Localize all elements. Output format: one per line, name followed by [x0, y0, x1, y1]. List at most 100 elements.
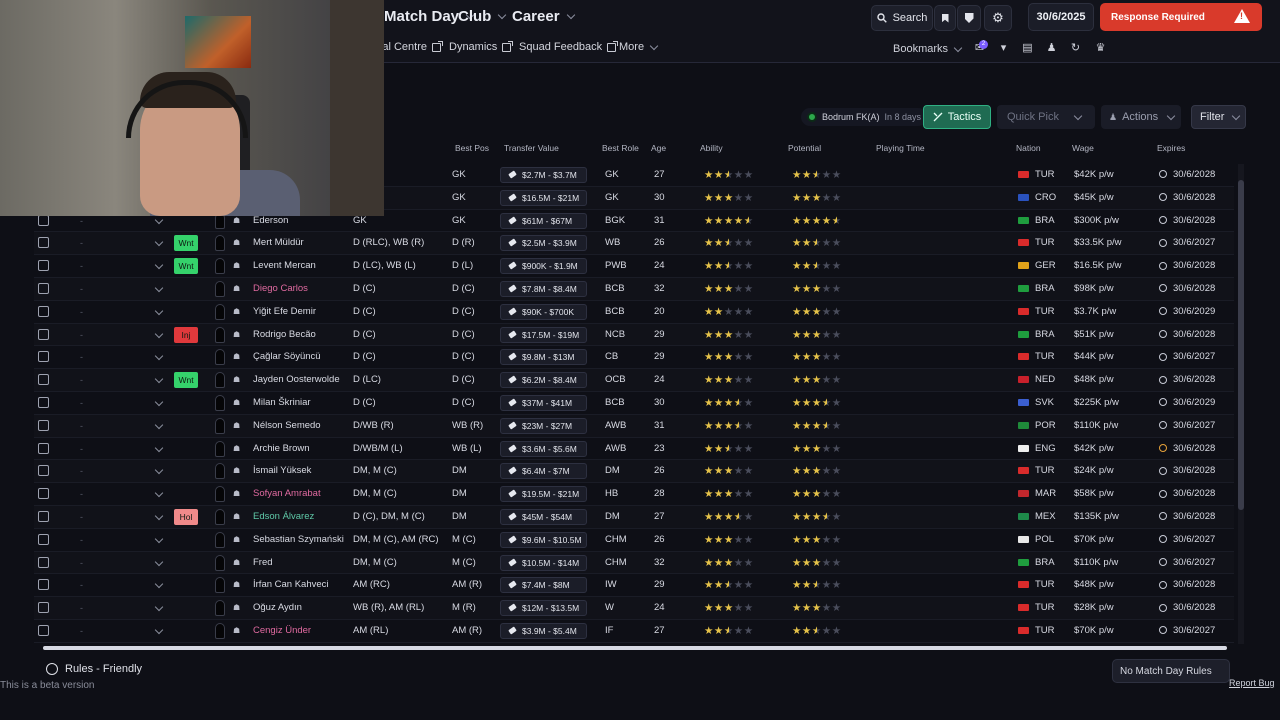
trophy-icon[interactable]: ♛ [1095, 43, 1106, 54]
bookmarks-dropdown[interactable]: Bookmarks [893, 43, 963, 55]
player-info-icon[interactable]: ☗ [233, 489, 242, 498]
player-name[interactable]: Mert Müldür [253, 232, 304, 254]
subnav-squad-feedback[interactable]: Squad Feedback [519, 40, 619, 53]
chevron-down-icon[interactable] [154, 397, 164, 407]
chevron-down-icon[interactable] [154, 625, 164, 635]
player-name[interactable]: Cengiz Ünder [253, 620, 311, 642]
no-match-day-rules-button[interactable]: No Match Day Rules [1112, 659, 1230, 683]
subnav-more[interactable]: More [619, 41, 659, 53]
player-name[interactable]: Yiğit Efe Demir [253, 301, 316, 323]
kit-icon[interactable]: ▾ [998, 43, 1009, 54]
row-checkbox[interactable] [38, 556, 49, 568]
player-name[interactable]: Çağlar Söyüncü [253, 346, 321, 368]
table-row[interactable]: - ☗ Sofyan Amrabat DM, M (C) DM $19.5M - $21M… [34, 483, 1234, 506]
player-name[interactable]: Milan Škriniar [253, 392, 311, 414]
table-row[interactable]: - ☗ Fred DM, M (C) M (C) $10.5M - $14M CHM 32 ★★… [34, 551, 1234, 575]
table-row[interactable]: - Wnt ☗ Jayden Oosterwolde D (LC) D (C) $6.2M … [34, 369, 1234, 392]
col-best-pos[interactable]: Best Pos [455, 143, 489, 153]
player-name[interactable]: Fred [253, 552, 273, 574]
player-name[interactable]: Oğuz Aydın [253, 597, 302, 619]
col-best-role[interactable]: Best Role [602, 143, 639, 153]
row-checkbox[interactable] [38, 624, 49, 636]
player-info-icon[interactable]: ☗ [233, 603, 242, 612]
player-name[interactable]: Nélson Semedo [253, 415, 321, 437]
row-checkbox[interactable] [38, 510, 49, 522]
table-row[interactable]: - ☗ Diego Carlos D (C) D (C) $7.8M - $8.4M BCB… [34, 277, 1234, 301]
nav-club[interactable]: Club [458, 8, 507, 25]
next-match-pill[interactable]: Bodrum FK(A) In 8 days [801, 108, 928, 126]
player-info-icon[interactable]: ☗ [233, 261, 242, 270]
nav-career[interactable]: Career [512, 8, 575, 25]
row-checkbox[interactable] [38, 260, 49, 272]
row-checkbox[interactable] [38, 465, 49, 477]
table-row[interactable]: - ☗ Nélson Semedo D/WB (R) WB (R) $23M - $27M… [34, 414, 1234, 438]
chevron-down-icon[interactable] [154, 306, 164, 316]
player-info-icon[interactable]: ☗ [233, 375, 242, 384]
row-checkbox[interactable] [38, 488, 49, 500]
table-row[interactable]: - Hol ☗ Edson Álvarez D (C), DM, M (C) DM $45M… [34, 505, 1234, 529]
table-row[interactable]: - ☗ Yiğit Efe Demir D (C) D (C) $90K - $700K B… [34, 301, 1234, 324]
player-name[interactable]: Rodrigo Becão [253, 324, 316, 346]
player-name[interactable]: Sebastian Szymański [253, 529, 344, 551]
tactics-button[interactable]: Tactics [923, 105, 991, 129]
row-checkbox[interactable] [38, 419, 49, 431]
row-checkbox[interactable] [38, 214, 49, 226]
subnav-dynamics[interactable]: Dynamics [449, 40, 514, 53]
player-name[interactable]: Levent Mercan [253, 255, 316, 277]
horizontal-scrollbar[interactable] [43, 646, 1227, 650]
table-row[interactable]: - ☗ Sebastian Szymański DM, M (C), AM (RC) M… [34, 529, 1234, 552]
player-info-icon[interactable]: ☗ [233, 307, 242, 316]
quick-pick-button[interactable]: Quick Pick [997, 105, 1095, 129]
vertical-scrollbar[interactable] [1238, 180, 1244, 510]
chevron-down-icon[interactable] [154, 215, 164, 224]
col-expires[interactable]: Expires [1157, 143, 1185, 153]
player-info-icon[interactable]: ☗ [233, 284, 242, 293]
player-name[interactable]: Diego Carlos [253, 278, 308, 300]
table-row[interactable]: - ☗ Cengiz Ünder AM (RL) AM (R) $3.9M - $5.4M… [34, 620, 1234, 643]
row-checkbox[interactable] [38, 533, 49, 545]
player-name[interactable]: Archie Brown [253, 438, 310, 460]
settings-button[interactable]: ⚙ [984, 5, 1012, 31]
actions-button[interactable]: ♟ Actions [1101, 105, 1181, 129]
row-checkbox[interactable] [38, 351, 49, 363]
player-info-icon[interactable]: ☗ [233, 580, 242, 589]
club-crest-button[interactable] [957, 5, 981, 31]
search-button[interactable]: Search [871, 5, 933, 31]
table-row[interactable]: - ☗ Oğuz Aydın WB (R), AM (RL) M (R) $12M - $… [34, 597, 1234, 620]
chevron-down-icon[interactable] [154, 260, 164, 270]
table-row[interactable]: - Wnt ☗ Mert Müldür D (RLC), WB (R) D (R) $2.5… [34, 232, 1234, 256]
col-age[interactable]: Age [651, 143, 666, 153]
player-name[interactable]: Edson Álvarez [253, 506, 314, 528]
row-checkbox[interactable] [38, 374, 49, 386]
row-checkbox[interactable] [38, 602, 49, 614]
game-date[interactable]: 30/6/2025 [1028, 3, 1094, 31]
staff-icon[interactable]: ♟ [1046, 43, 1057, 54]
row-checkbox[interactable] [38, 579, 49, 591]
bookmark-button[interactable] [934, 5, 956, 31]
player-info-icon[interactable]: ☗ [233, 512, 242, 521]
row-checkbox[interactable] [38, 237, 49, 249]
table-row[interactable]: - ☗ Çağlar Söyüncü D (C) D (C) $9.8M - $13M CB… [34, 346, 1234, 370]
chevron-down-icon[interactable] [154, 580, 164, 589]
filter-button[interactable]: Filter [1191, 105, 1246, 129]
col-potential[interactable]: Potential [788, 143, 821, 153]
table-row[interactable]: - ☗ Milan Škriniar D (C) D (C) $37M - $41M BCB… [34, 392, 1234, 415]
chevron-down-icon[interactable] [154, 238, 164, 247]
chevron-down-icon[interactable] [154, 329, 164, 338]
col-wage[interactable]: Wage [1072, 143, 1094, 153]
chevron-down-icon[interactable] [154, 602, 164, 612]
row-checkbox[interactable] [38, 442, 49, 454]
row-checkbox[interactable] [38, 282, 49, 294]
chevron-down-icon[interactable] [154, 466, 164, 475]
report-bug-link[interactable]: Report Bug [1229, 678, 1275, 688]
row-checkbox[interactable] [38, 396, 49, 408]
refresh-icon[interactable]: ↻ [1070, 43, 1081, 54]
player-info-icon[interactable]: ☗ [233, 216, 242, 225]
table-row[interactable]: - Inj ☗ Rodrigo Becão D (C) D (C) $17.5M - $19… [34, 323, 1234, 347]
chevron-down-icon[interactable] [154, 443, 164, 452]
chevron-down-icon[interactable] [154, 534, 164, 543]
col-transfer-value[interactable]: Transfer Value [504, 143, 559, 153]
player-name[interactable]: Jayden Oosterwolde [253, 369, 340, 391]
col-playing-time[interactable]: Playing Time [876, 143, 925, 153]
player-info-icon[interactable]: ☗ [233, 558, 242, 567]
